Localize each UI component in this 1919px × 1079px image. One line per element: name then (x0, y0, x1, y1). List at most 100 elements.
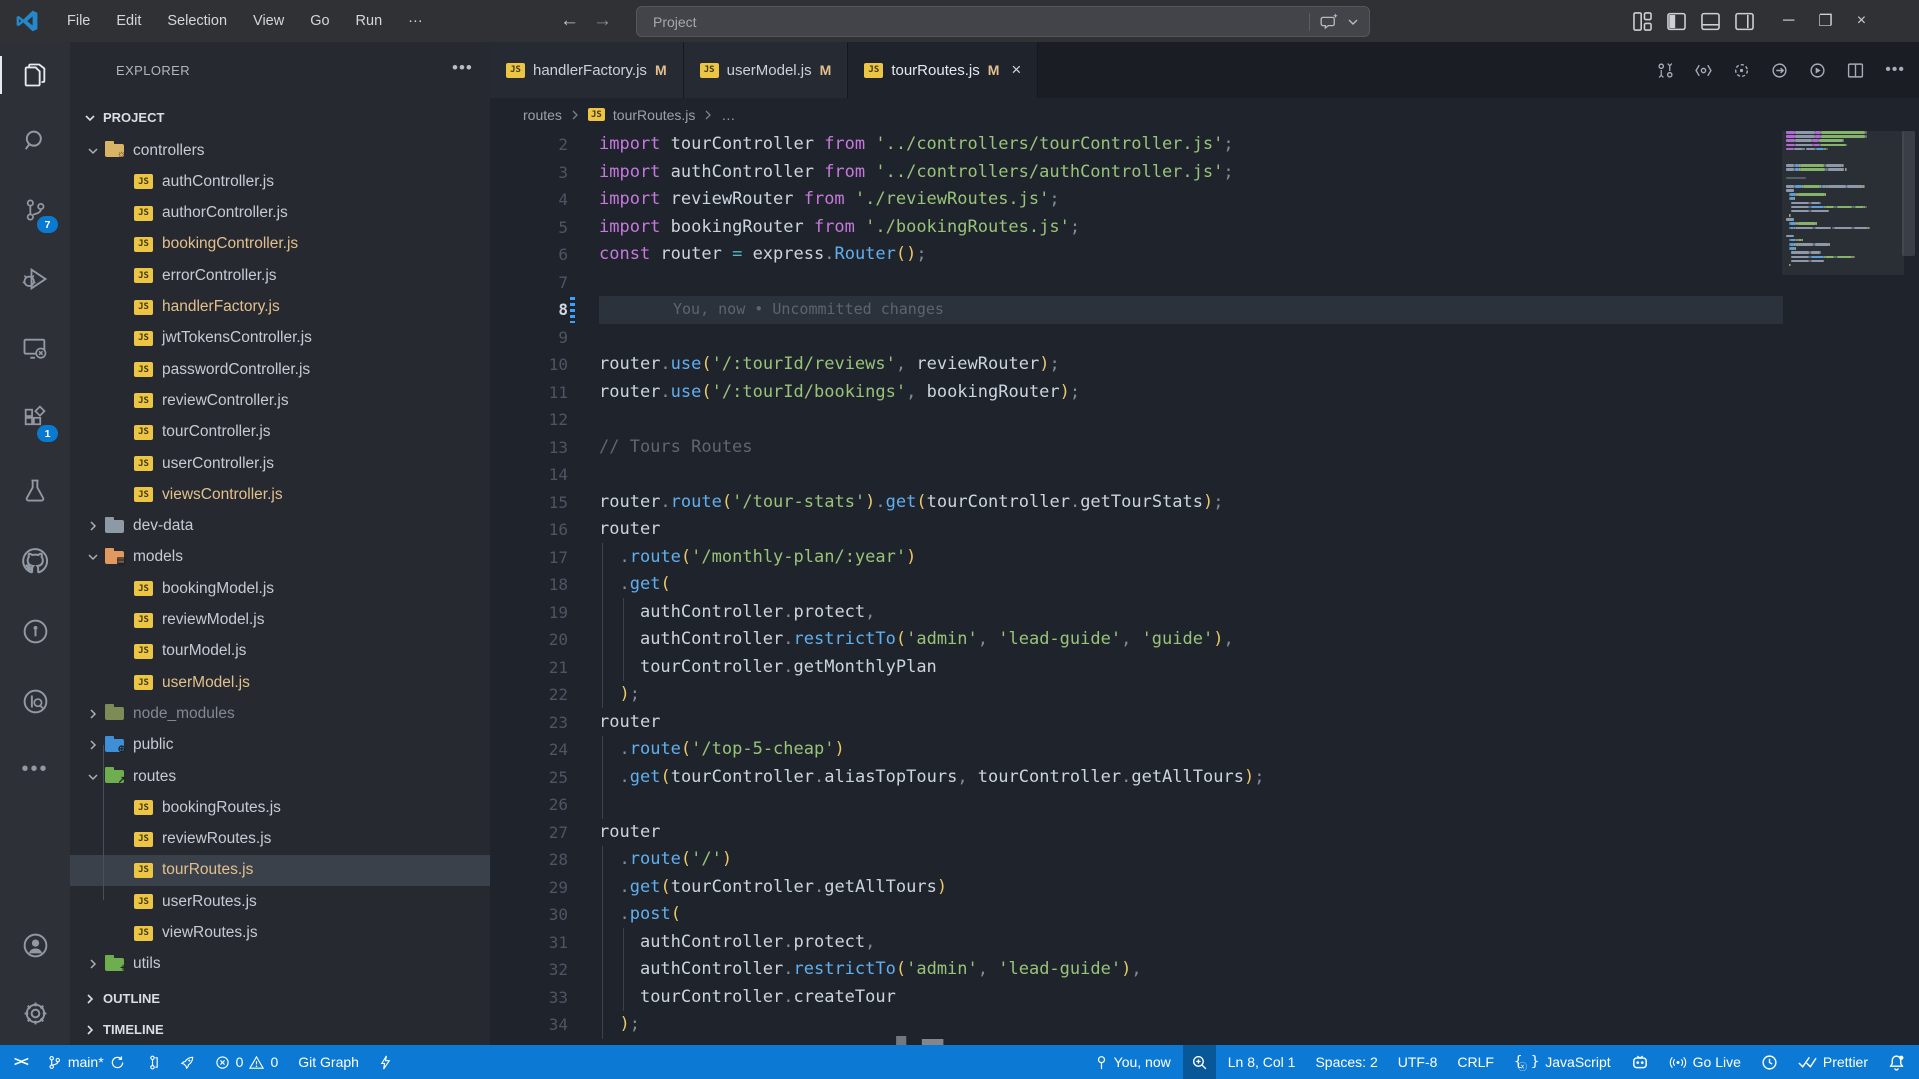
tree-item-bookingController-js[interactable]: JSbookingController.jsM (70, 229, 534, 260)
zoom-status-item[interactable] (1182, 1045, 1216, 1079)
tree-item-reviewController-js[interactable]: JS reviewController.js (70, 385, 490, 416)
tree-item-passwordController-js[interactable]: JS passwordController.js (70, 354, 490, 385)
cursor-position-item[interactable]: Ln 8, Col 1 (1220, 1045, 1304, 1079)
gauge-extension-icon[interactable] (0, 606, 70, 656)
robot-extension-icon[interactable] (1623, 1045, 1657, 1079)
tab-handlerFactory[interactable]: JS handlerFactory.js M (490, 42, 684, 98)
tree-item-routes[interactable]: ↗ routes (70, 761, 533, 792)
menu-run[interactable]: Run (343, 8, 396, 34)
prettier-item[interactable]: Prettier (1790, 1045, 1876, 1079)
flash-icon[interactable] (371, 1045, 400, 1079)
remote-indicator[interactable]: >< (6, 1045, 35, 1079)
forward-arrow-icon[interactable]: → (593, 10, 612, 32)
indentation-item[interactable]: Spaces: 2 (1307, 1045, 1385, 1079)
command-center[interactable]: Project (636, 6, 1370, 37)
toggle-panel-icon[interactable] (1700, 11, 1721, 32)
tree-item-node_modules[interactable]: node_modules (70, 698, 490, 729)
rocket-icon[interactable] (172, 1045, 203, 1079)
copilot-chat-icon[interactable] (1320, 12, 1339, 31)
time-extension-icon[interactable] (1753, 1045, 1786, 1079)
code-search-extension-icon[interactable] (0, 676, 70, 726)
branch-item[interactable]: main* (39, 1045, 133, 1079)
testing-icon[interactable] (0, 466, 70, 516)
tree-item-viewRoutes-js[interactable]: JS viewRoutes.js (70, 918, 490, 949)
go-live-item[interactable]: Go Live (1661, 1045, 1749, 1079)
tree-item-controllers[interactable]: ☼ controllers (70, 135, 533, 166)
tree-item-userModel-js[interactable]: JSuserModel.jsM (70, 667, 534, 698)
restore-button[interactable]: ❐ (1818, 11, 1832, 31)
toggle-secondary-sidebar-icon[interactable] (1734, 11, 1755, 32)
encoding-item[interactable]: UTF-8 (1390, 1045, 1446, 1079)
explorer-more-actions-icon[interactable]: ••• (452, 58, 473, 78)
menu-edit[interactable]: Edit (103, 8, 154, 34)
back-arrow-icon[interactable]: ← (560, 10, 579, 32)
customize-layout-icon[interactable] (1632, 11, 1653, 32)
compare-changes-icon[interactable] (1657, 62, 1674, 79)
tree-item-userRoutes-js[interactable]: JS userRoutes.js (70, 886, 490, 917)
remote-explorer-icon[interactable] (0, 324, 70, 374)
breadcrumb-file[interactable]: tourRoutes.js (613, 107, 695, 123)
tree-item-reviewRoutes-js[interactable]: JS reviewRoutes.js (70, 824, 490, 855)
breadcrumb-tail[interactable]: … (721, 107, 735, 123)
tree-item-jwtTokensController-js[interactable]: JS jwtTokensController.js (70, 323, 490, 354)
explorer-icon[interactable] (0, 50, 70, 100)
more-actions-icon[interactable]: ••• (1885, 61, 1905, 79)
tree-item-tourRoutes-js[interactable]: JStourRoutes.jsM (70, 854, 534, 886)
tree-item-bookingModel-js[interactable]: JS bookingModel.js (70, 573, 490, 604)
tree-item-errorController-js[interactable]: JS errorController.js (70, 260, 490, 291)
run-debug-icon[interactable] (0, 254, 70, 304)
notifications-bell-icon[interactable] (1880, 1045, 1913, 1079)
commit-graph-icon[interactable] (137, 1045, 168, 1079)
toggle-primary-sidebar-icon[interactable] (1666, 11, 1687, 32)
menu-view[interactable]: View (240, 8, 297, 34)
tree-item-tourModel-js[interactable]: JS tourModel.js (70, 636, 490, 667)
language-item[interactable]: { } ⓧ JavaScript (1506, 1045, 1619, 1079)
tab-userModel[interactable]: JS userModel.js M (683, 42, 849, 98)
timeline-section-header[interactable]: TIMELINE (70, 1014, 490, 1045)
project-section-header[interactable]: PROJECT (70, 102, 490, 133)
extensions-icon[interactable]: 1 (0, 394, 70, 444)
source-control-icon[interactable]: 7 (0, 185, 70, 235)
problems-item[interactable]: 0 0 (207, 1045, 287, 1079)
minimap[interactable] (1786, 131, 1896, 431)
github-icon[interactable] (0, 536, 70, 586)
tree-item-dev-data[interactable]: dev-data (70, 511, 490, 542)
run-code-icon[interactable] (1809, 62, 1826, 79)
run-or-debug-icon[interactable] (1771, 62, 1788, 79)
tree-item-bookingRoutes-js[interactable]: JS bookingRoutes.js (70, 792, 490, 823)
menu-[interactable]: ··· (395, 8, 436, 34)
outline-section-header[interactable]: OUTLINE (70, 983, 490, 1014)
more-views-icon[interactable]: ••• (0, 744, 70, 794)
menu-selection[interactable]: Selection (154, 8, 240, 34)
toggle-blame-icon[interactable] (1733, 62, 1750, 79)
close-tab-icon[interactable]: × (1011, 60, 1021, 80)
tree-item-userController-js[interactable]: JS userController.js (70, 448, 490, 479)
breadcrumb-folder[interactable]: routes (523, 107, 562, 123)
menu-go[interactable]: Go (297, 8, 342, 34)
code-editor[interactable]: You, now • Uncommitted changes 2 import t… (490, 131, 1919, 1045)
settings-gear-icon[interactable] (0, 988, 70, 1038)
chevron-down-icon[interactable] (1347, 16, 1359, 28)
menu-file[interactable]: File (54, 8, 103, 34)
tree-item-handlerFactory-js[interactable]: JShandlerFactory.jsM (70, 292, 534, 323)
tree-item-public[interactable]: ⊕ public (70, 730, 490, 761)
tab-tourRoutes[interactable]: JS tourRoutes.js M × (848, 42, 1039, 98)
blame-status-item[interactable]: You, now (1087, 1045, 1179, 1079)
search-icon[interactable] (0, 116, 70, 166)
tree-item-tourController-js[interactable]: JS tourController.js (70, 417, 490, 448)
tree-item-authorController-js[interactable]: JS authorController.js (70, 198, 490, 229)
editor-scrollbar[interactable] (1902, 131, 1915, 256)
tree-item-viewsController-js[interactable]: JSviewsController.jsM (70, 479, 534, 510)
tree-item-models[interactable]: ▤ models (70, 542, 533, 573)
sync-icon[interactable] (110, 1055, 125, 1070)
eol-item[interactable]: CRLF (1449, 1045, 1502, 1079)
split-editor-icon[interactable] (1847, 62, 1864, 79)
open-changes-icon[interactable] (1695, 62, 1712, 79)
minimize-button[interactable]: ─ (1783, 12, 1794, 30)
tree-item-reviewModel-js[interactable]: JS reviewModel.js (70, 605, 490, 636)
tree-item-utils[interactable]: + utils (70, 949, 490, 980)
account-icon[interactable] (0, 920, 70, 970)
git-graph-item[interactable]: Git Graph (290, 1045, 367, 1079)
tree-item-authController-js[interactable]: JS authController.js (70, 166, 490, 197)
close-button[interactable]: × (1857, 12, 1866, 30)
